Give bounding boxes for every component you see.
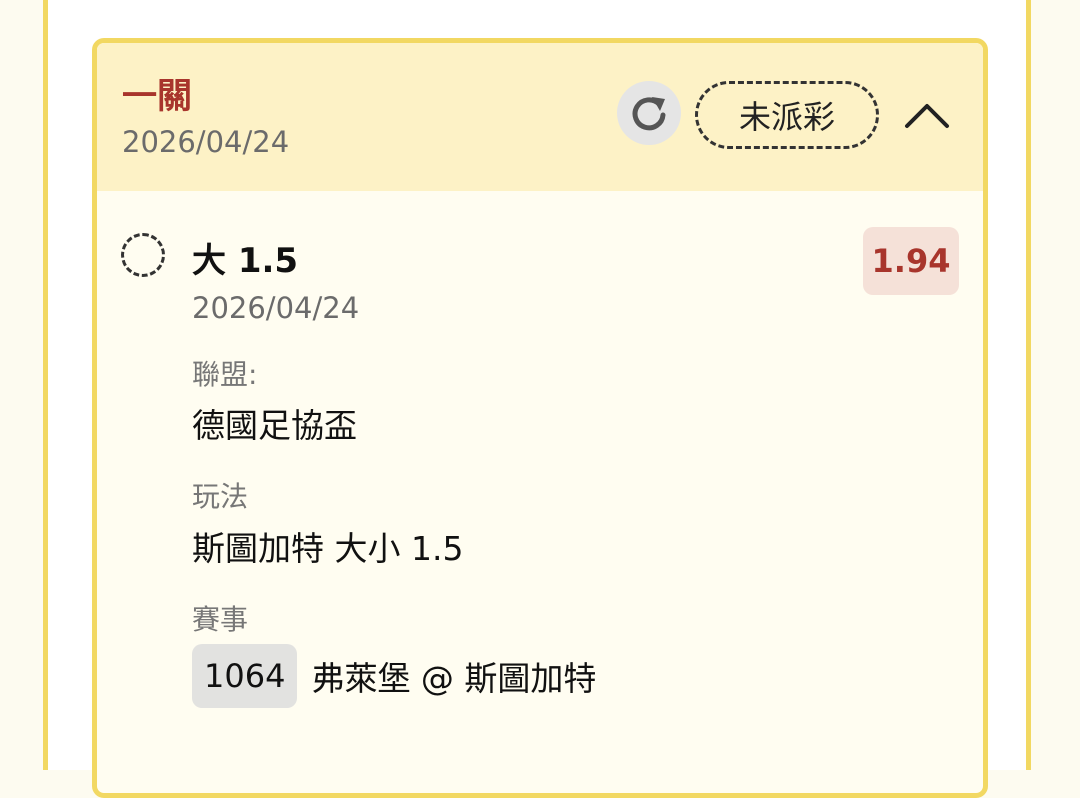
event-label: 賽事 xyxy=(192,603,249,636)
odds-badge: 1.94 xyxy=(863,227,959,295)
league-value: 德國足協盃 xyxy=(192,406,357,445)
status-badge: 未派彩 xyxy=(695,81,879,149)
selection-radio[interactable] xyxy=(121,233,165,277)
bet-type-title: 一關 xyxy=(122,77,193,117)
play-label: 玩法 xyxy=(192,480,249,513)
bet-card: 一關 2026/04/24 未派彩 大 1.5 1.94 2026/04/24 … xyxy=(92,38,988,798)
selection-date: 2026/04/24 xyxy=(192,291,360,325)
collapse-button[interactable] xyxy=(897,87,957,143)
card-header[interactable]: 一關 2026/04/24 未派彩 xyxy=(97,43,983,191)
event-code-badge: 1064 xyxy=(192,644,298,708)
event-name: 弗萊堡 @ 斯圖加特 xyxy=(311,659,597,698)
refresh-button[interactable] xyxy=(617,81,681,145)
bet-date: 2026/04/24 xyxy=(122,125,290,159)
league-label: 聯盟: xyxy=(192,358,258,391)
chevron-up-icon xyxy=(905,104,949,128)
play-value: 斯圖加特 大小 1.5 xyxy=(192,529,464,568)
refresh-icon xyxy=(632,97,666,131)
event-row: 1064 弗萊堡 @ 斯圖加特 xyxy=(192,643,596,709)
selection-title: 大 1.5 xyxy=(192,241,299,281)
